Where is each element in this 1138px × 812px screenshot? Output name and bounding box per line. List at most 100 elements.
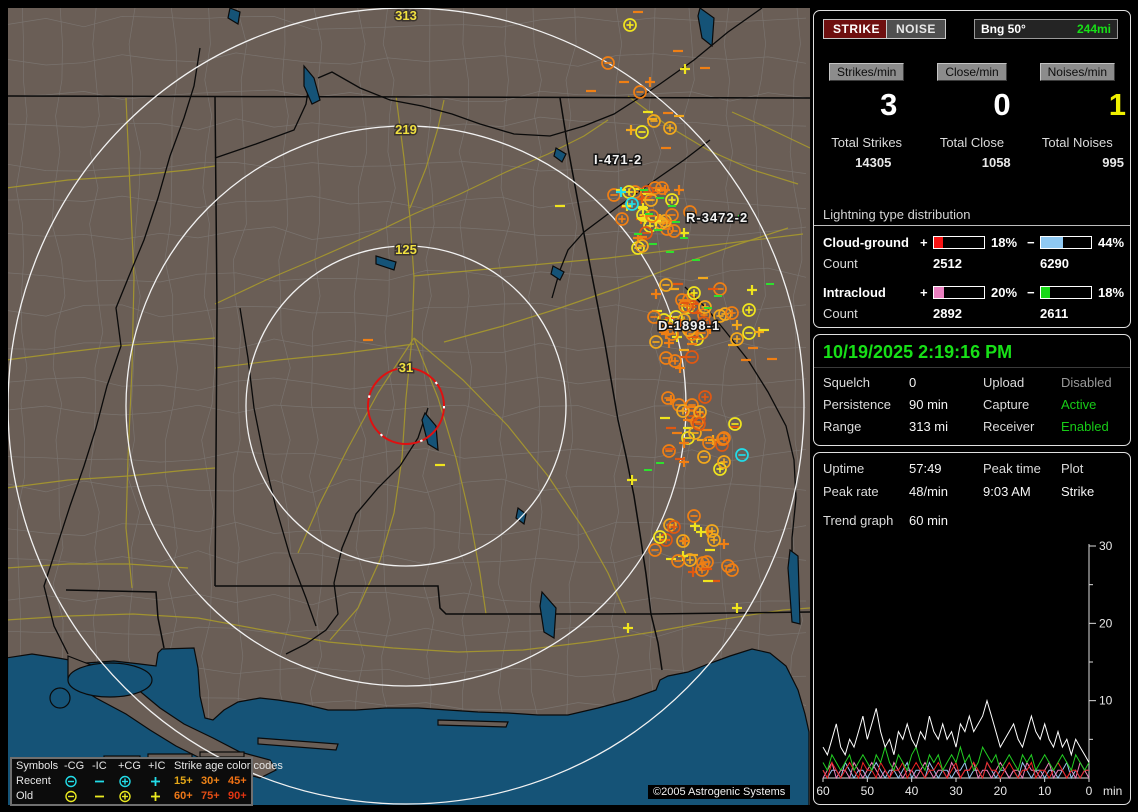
peak-rate-label: Peak rate	[823, 484, 879, 499]
ic-pos-count: 2892	[933, 306, 962, 321]
legend-in-symbol	[92, 775, 118, 788]
capture-label: Capture	[983, 397, 1030, 412]
svg-text:0: 0	[1086, 784, 1093, 798]
legend-ip-symbol	[148, 790, 174, 803]
svg-text:219: 219	[395, 122, 417, 137]
map-symbol-legend: Symbols -CG -IC +CG +IC Strike age color code…	[10, 757, 283, 806]
cloud-ground-count-row: Count 2512 6290	[814, 256, 1130, 271]
uptime-label: Uptime	[823, 461, 865, 476]
intracloud-label: Intracloud	[823, 285, 886, 300]
ic-neg-pct: 18%	[1098, 285, 1125, 300]
plus-sign: +	[920, 235, 928, 250]
upload-label: Upload	[983, 375, 1025, 390]
plot-label: Plot	[1061, 461, 1084, 476]
app-window: 313 219 125 31 I-471-2 R-3472-2 D-1898-1 Symb…	[0, 0, 1138, 812]
lake-pontchartrain	[67, 662, 153, 698]
svg-text:I-471-2: I-471-2	[594, 152, 642, 167]
receiver-label: Receiver	[983, 419, 1035, 434]
status-panel: 10/19/2025 2:19:16 PM Squelch 0 Upload D…	[813, 334, 1131, 446]
squelch-label: Squelch	[823, 375, 870, 390]
svg-text:40: 40	[905, 784, 919, 798]
trend-graph: 10 20 30 60 50 40 30 20 10 0 min	[816, 539, 1122, 798]
datetime-display: 10/19/2025 2:19:16 PM	[814, 335, 1130, 368]
bearing-label: Bng 50°	[981, 22, 1026, 36]
count-label: Count	[823, 256, 858, 271]
status-row: Persistence 90 min Capture Active	[814, 397, 1130, 412]
small-lake	[49, 687, 71, 709]
status-row: Range 313 mi Receiver Enabled	[814, 419, 1130, 434]
cg-neg-bar	[1040, 236, 1092, 249]
status-row: Squelch 0 Upload Disabled	[814, 375, 1130, 390]
peak-rate-value: 48/min	[909, 484, 949, 499]
plus-sign: +	[920, 285, 928, 300]
range-label: Range	[823, 419, 862, 434]
trend-graph-window: 60 min	[909, 513, 949, 528]
bearing-distance: 244mi	[1076, 22, 1111, 36]
trend-panel: Uptime 57:49 Peak time Plot Peak rate 48…	[813, 452, 1131, 805]
persistence-label: Persistence	[823, 397, 891, 412]
ic-neg-count: 2611	[1040, 306, 1069, 321]
svg-text:20: 20	[1099, 616, 1113, 630]
uptime-value: 57:49	[909, 461, 942, 476]
total-strikes-label: Total Strikes	[831, 135, 903, 150]
squelch-value: 0	[909, 375, 917, 390]
svg-text:D-1898-1: D-1898-1	[658, 318, 720, 333]
total-noises-label: Total Noises	[1041, 135, 1113, 150]
total-close-value: 1058	[981, 155, 1011, 170]
strikes-per-min-value: 3	[880, 87, 898, 122]
legend-row: Recent 15+ 30+ 45+	[16, 775, 247, 788]
legend-header: Symbols -CG -IC +CG +IC Strike age color code…	[16, 760, 283, 772]
svg-text:10: 10	[1099, 694, 1113, 708]
legend-in-symbol	[92, 790, 118, 803]
cloud-ground-label: Cloud-ground	[823, 235, 909, 250]
legend-cp-symbol	[118, 775, 148, 788]
svg-text:313: 313	[395, 8, 417, 23]
cg-neg-pct: 44%	[1098, 235, 1125, 250]
svg-text:R-3472-2: R-3472-2	[686, 210, 748, 225]
close-per-min-chip[interactable]: Close/min	[937, 63, 1007, 81]
cg-pos-pct: 18%	[991, 235, 1018, 250]
legend-cn-symbol	[64, 775, 92, 788]
cloud-ground-row: Cloud-ground + 18% − 44%	[814, 235, 1130, 250]
map-panel[interactable]: 313 219 125 31 I-471-2 R-3472-2 D-1898-1 Symb…	[8, 8, 810, 806]
intracloud-row: Intracloud + 20% − 18%	[814, 285, 1130, 300]
count-label: Count	[823, 306, 858, 321]
trend-info-row: Uptime 57:49 Peak time Plot	[814, 461, 1130, 476]
cg-pos-bar	[933, 236, 985, 249]
strike-button[interactable]: STRIKE	[823, 19, 891, 39]
persistence-value: 90 min	[909, 397, 949, 412]
distribution-header: Lightning type distribution	[814, 207, 1130, 226]
ic-pos-pct: 20%	[991, 285, 1018, 300]
strikes-per-min-chip[interactable]: Strikes/min	[828, 63, 905, 81]
noises-per-min-value: 1	[1108, 87, 1126, 122]
copyright-text: ©2005 Astrogenic Systems	[648, 785, 791, 799]
lightning-type-distribution: Lightning type distribution Cloud-ground…	[814, 207, 1130, 321]
stats-panel: STRIKE NOISE Bng 50° 244mi Strikes/min 3…	[813, 10, 1131, 328]
total-strikes-value: 14305	[855, 155, 892, 170]
noise-button[interactable]: NOISE	[886, 19, 946, 39]
peak-time-value: 9:03 AM	[983, 484, 1031, 499]
svg-text:min: min	[1103, 784, 1122, 798]
trend-graph-row: Trend graph 60 min	[814, 513, 1130, 528]
noises-per-min-chip[interactable]: Noises/min	[1039, 63, 1115, 81]
svg-text:50: 50	[861, 784, 875, 798]
lightning-map[interactable]: 313 219 125 31 I-471-2 R-3472-2 D-1898-1	[8, 8, 810, 805]
svg-text:125: 125	[395, 242, 417, 257]
upload-value: Disabled	[1061, 375, 1112, 390]
svg-text:20: 20	[994, 784, 1008, 798]
bearing-readout: Bng 50° 244mi	[974, 19, 1118, 39]
range-value: 313 mi	[909, 419, 949, 434]
svg-text:60: 60	[816, 784, 830, 798]
peak-time-label: Peak time	[983, 461, 1041, 476]
trend-graph-label: Trend graph	[823, 513, 894, 528]
svg-text:10: 10	[1038, 784, 1052, 798]
cg-pos-count: 2512	[933, 256, 962, 271]
capture-value: Active	[1061, 397, 1097, 412]
minus-sign: −	[1027, 285, 1035, 300]
legend-ip-symbol	[148, 775, 174, 788]
svg-text:30: 30	[1099, 539, 1113, 553]
total-close-label: Total Close	[939, 135, 1005, 150]
close-per-min-value: 0	[993, 87, 1011, 122]
legend-cp-symbol	[118, 790, 148, 803]
svg-text:31: 31	[399, 360, 413, 375]
